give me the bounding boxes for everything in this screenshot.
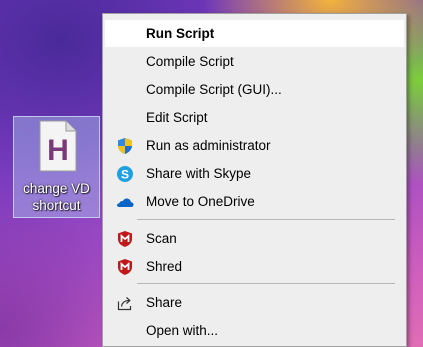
menu-item-label: Edit Script — [146, 110, 208, 125]
file-glyph-letter: H — [47, 134, 69, 167]
menu-item-label: Move to OneDrive — [146, 194, 255, 209]
menu-item-shred[interactable]: Shred — [105, 253, 404, 280]
menu-item-label: Scan — [146, 231, 177, 246]
context-menu: Run Script Compile Script Compile Script… — [102, 13, 407, 347]
menu-item-share-with-skype[interactable]: S Share with Skype — [105, 160, 404, 187]
menu-separator — [137, 219, 395, 220]
menu-item-edit-script[interactable]: Edit Script — [105, 104, 404, 131]
menu-item-label: Compile Script (GUI)... — [146, 82, 282, 97]
mcafee-icon — [118, 231, 132, 247]
share-icon — [117, 297, 132, 311]
desktop-icon-label-line2: shortcut — [32, 198, 81, 213]
menu-item-label: Share with Skype — [146, 166, 252, 181]
menu-item-label: Run as administrator — [146, 138, 271, 153]
menu-item-scan[interactable]: Scan — [105, 225, 404, 252]
uac-shield-icon — [118, 138, 132, 154]
desktop-background: H change VD shortcut Run Script Compile … — [0, 0, 423, 347]
desktop-icon-label: change VD shortcut — [14, 180, 99, 214]
onedrive-cloud-icon — [117, 198, 134, 207]
menu-separator — [137, 283, 395, 284]
script-file-icon: H — [39, 120, 77, 172]
menu-item-move-to-onedrive[interactable]: Move to OneDrive — [105, 188, 404, 215]
menu-item-label: Open with... — [146, 323, 219, 338]
desktop-file-icon[interactable]: H change VD shortcut — [13, 116, 100, 218]
menu-item-label: Compile Script — [146, 54, 234, 69]
menu-item-label: Share — [146, 295, 183, 310]
menu-item-share[interactable]: Share — [105, 289, 404, 316]
desktop-icon-label-line1: change VD — [23, 181, 90, 196]
svg-text:S: S — [121, 168, 129, 182]
menu-item-compile-script-gui[interactable]: Compile Script (GUI)... — [105, 76, 404, 103]
skype-icon: S — [117, 166, 133, 182]
menu-item-label: Run Script — [146, 26, 215, 41]
menu-item-run-script[interactable]: Run Script — [105, 20, 404, 47]
menu-item-open-with[interactable]: Open with... — [105, 317, 404, 344]
mcafee-icon — [118, 259, 132, 275]
menu-item-run-as-administrator[interactable]: Run as administrator — [105, 132, 404, 159]
menu-item-label: Shred — [146, 259, 183, 274]
menu-item-compile-script[interactable]: Compile Script — [105, 48, 404, 75]
